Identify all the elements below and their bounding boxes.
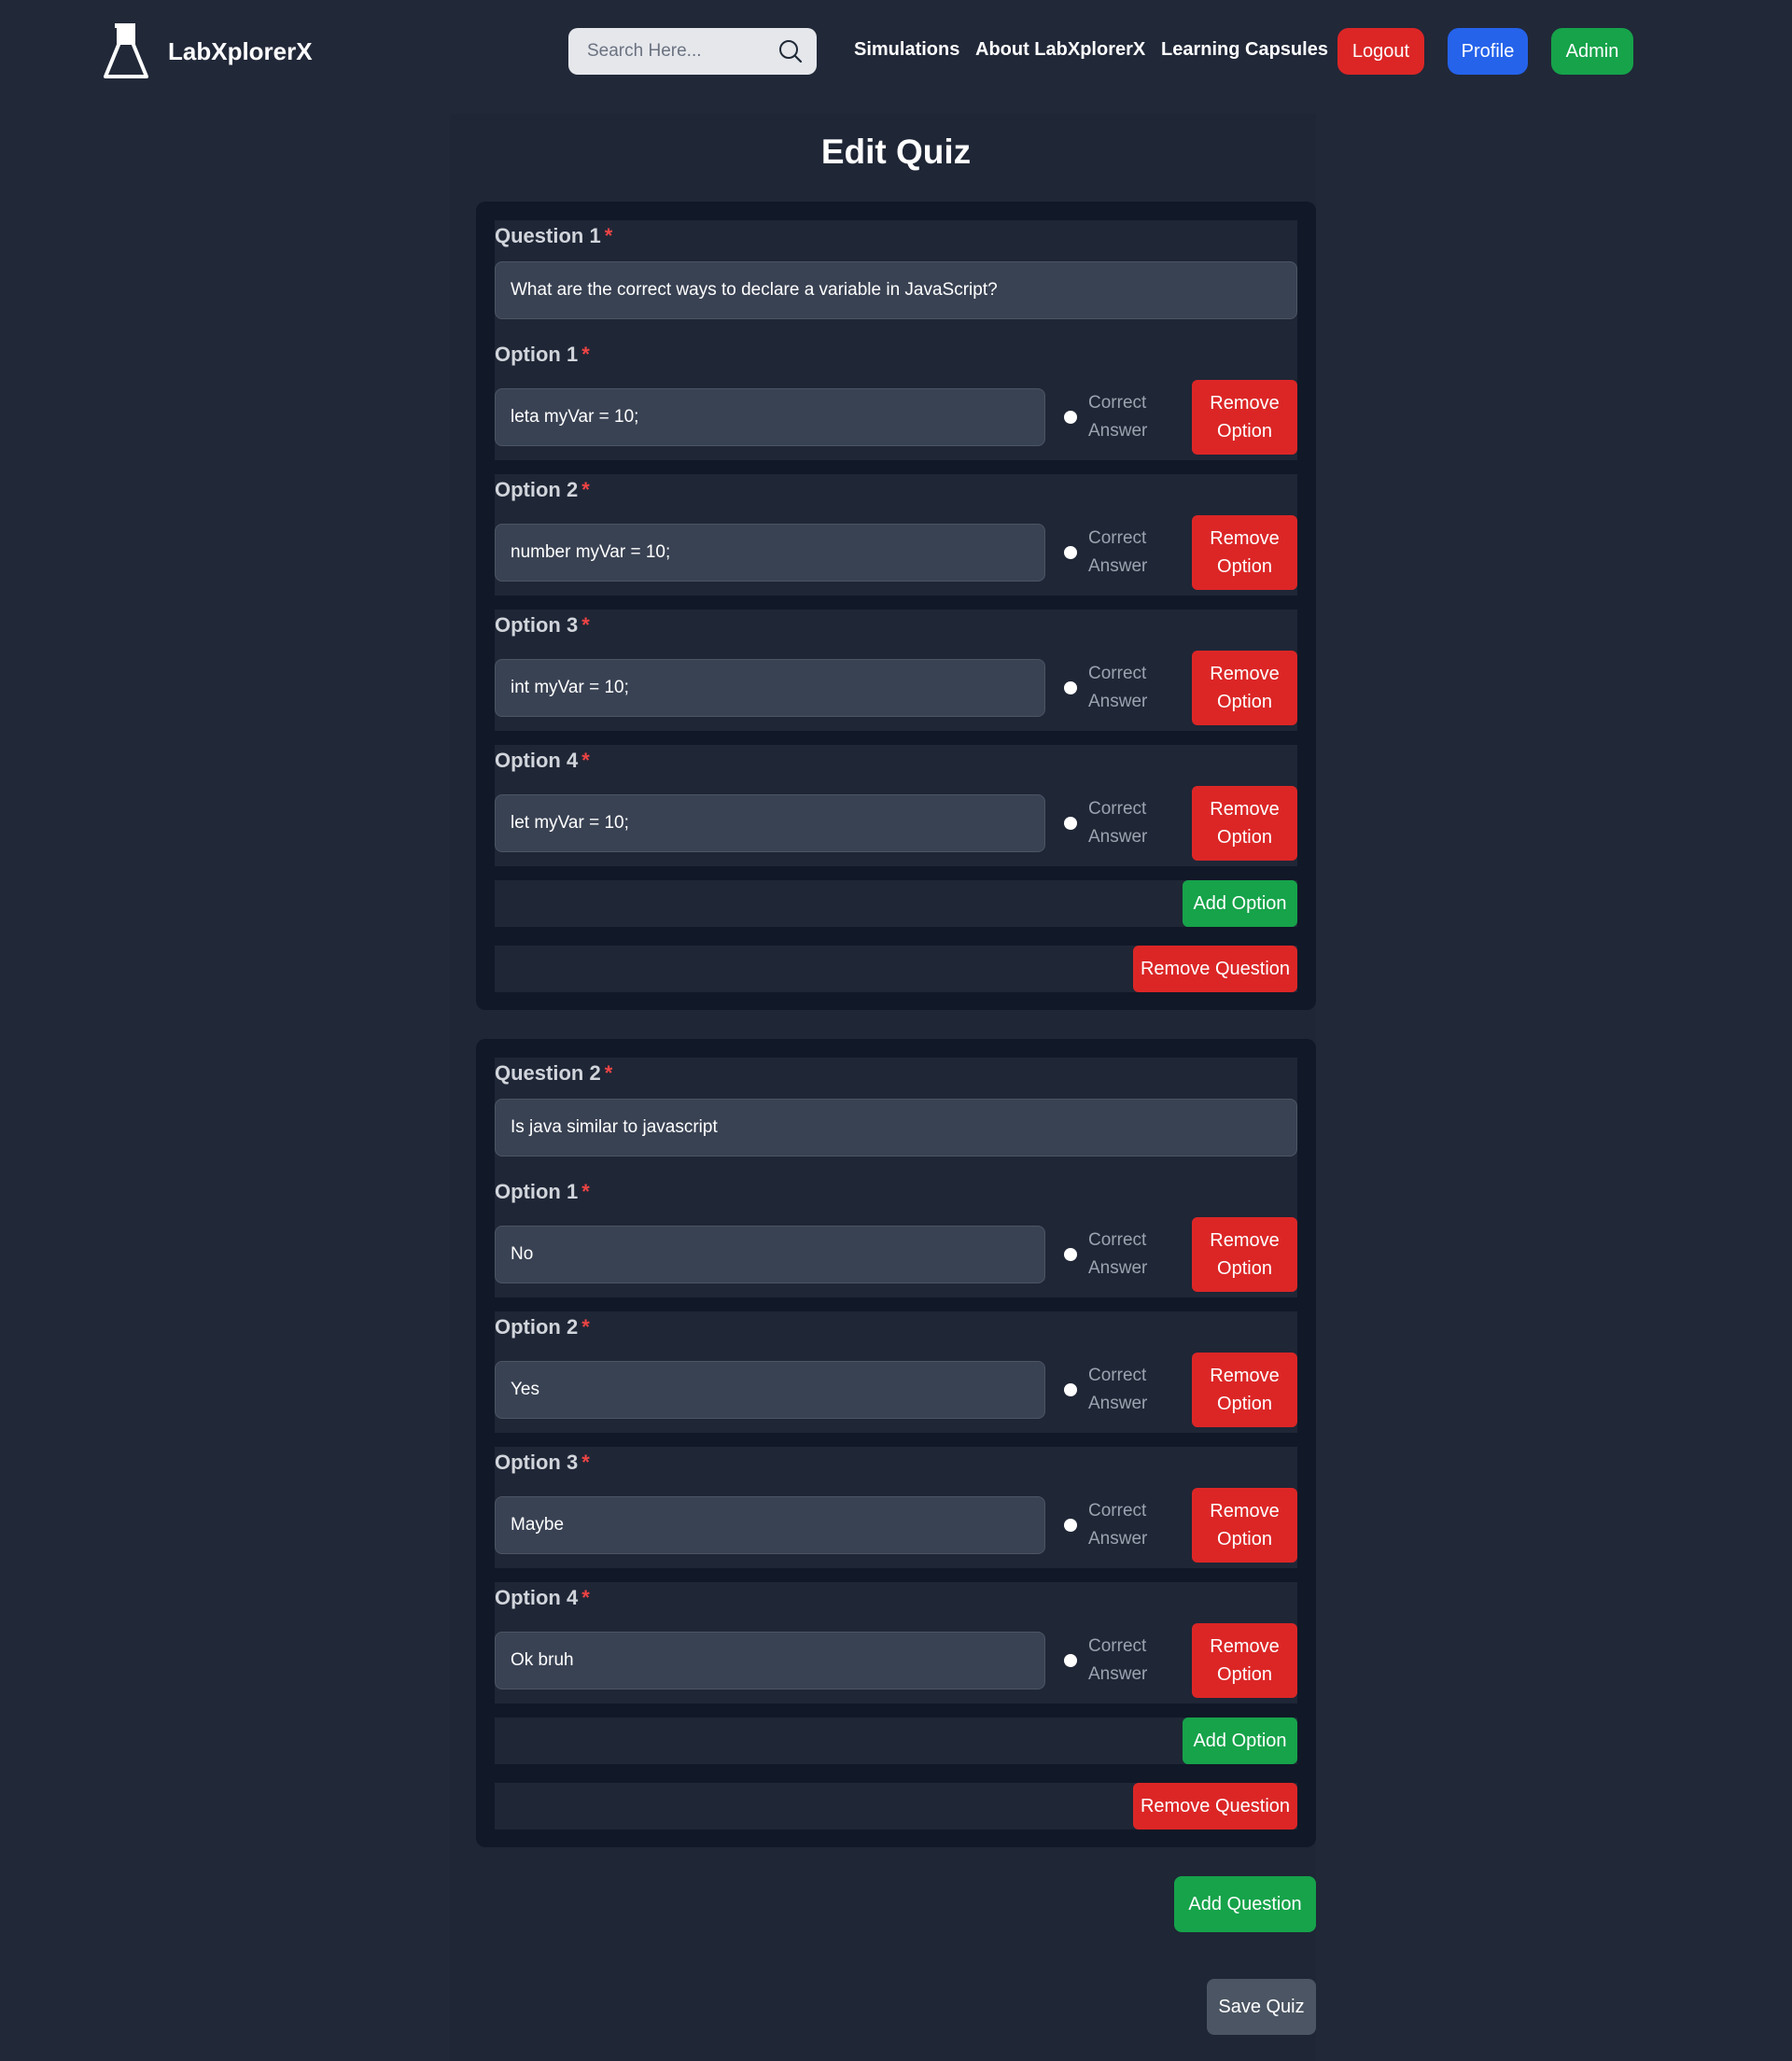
remove-question-button[interactable]: Remove Question (1133, 946, 1297, 992)
nav-link-simulations[interactable]: Simulations (854, 39, 959, 61)
option-input[interactable]: Yes (495, 1361, 1045, 1419)
option-input[interactable]: let myVar = 10; (495, 794, 1045, 852)
option-label: Option 4 * (495, 749, 590, 772)
question-card: Question 1 * What are the correct ways to… (476, 202, 1316, 1010)
correct-answer-radio[interactable] (1064, 1654, 1077, 1667)
navbar: LabXplorerX Simulations About LabXplorer… (0, 0, 1792, 105)
search-input[interactable] (568, 28, 764, 75)
remove-option-button[interactable]: Remove Option (1192, 651, 1297, 725)
add-option-button[interactable]: Add Option (1183, 880, 1297, 927)
add-question-button[interactable]: Add Question (1174, 1876, 1316, 1932)
option-input[interactable]: Maybe (495, 1496, 1045, 1554)
remove-option-button[interactable]: Remove Option (1192, 1353, 1297, 1427)
option-input[interactable]: leta myVar = 10; (495, 388, 1045, 446)
correct-answer-radio[interactable] (1064, 1519, 1077, 1532)
option-label: Option 2 * (495, 1315, 590, 1339)
remove-question-button[interactable]: Remove Question (1133, 1783, 1297, 1830)
admin-button[interactable]: Admin (1551, 28, 1633, 75)
question-label: Question 1 * (495, 224, 613, 247)
question-text-input[interactable]: Is java similar to javascript (495, 1099, 1297, 1157)
question-text-input[interactable]: What are the correct ways to declare a v… (495, 261, 1297, 319)
add-option-row (495, 880, 1297, 927)
option-label: Option 1 * (495, 343, 590, 366)
app-name: LabXplorerX (168, 36, 313, 65)
correct-answer-label: Correct Answer (1088, 1366, 1148, 1413)
option-input[interactable]: number myVar = 10; (495, 524, 1045, 582)
search-box (568, 28, 817, 75)
add-option-button[interactable]: Add Option (1183, 1718, 1297, 1764)
correct-answer-label: Correct Answer (1088, 1230, 1148, 1278)
remove-option-button[interactable]: Remove Option (1192, 515, 1297, 590)
correct-answer-label: Correct Answer (1088, 1636, 1148, 1684)
option-label: Option 3 * (495, 1451, 590, 1474)
remove-option-button[interactable]: Remove Option (1192, 1623, 1297, 1698)
logout-button[interactable]: Logout (1337, 28, 1424, 75)
option-input[interactable]: Ok bruh (495, 1632, 1045, 1689)
correct-answer-label: Correct Answer (1088, 393, 1148, 441)
correct-answer-label: Correct Answer (1088, 664, 1148, 711)
option-label: Option 1 * (495, 1180, 590, 1203)
correct-answer-label: Correct Answer (1088, 1501, 1148, 1549)
option-input[interactable]: No (495, 1226, 1045, 1283)
correct-answer-label: Correct Answer (1088, 528, 1148, 576)
search-icon[interactable] (777, 38, 804, 64)
page-title: Edit Quiz (820, 133, 972, 171)
flask-icon (104, 23, 148, 78)
option-label: Option 3 * (495, 613, 590, 637)
remove-option-button[interactable]: Remove Option (1192, 380, 1297, 455)
correct-answer-radio[interactable] (1064, 681, 1077, 694)
correct-answer-radio[interactable] (1064, 546, 1077, 559)
correct-answer-radio[interactable] (1064, 817, 1077, 830)
add-option-row (495, 1718, 1297, 1764)
brand[interactable]: LabXplorerX (103, 22, 313, 80)
nav-link-about[interactable]: About LabXplorerX (975, 39, 1145, 61)
option-label: Option 4 * (495, 1586, 590, 1609)
question-card: Question 2 * Is java similar to javascrip… (476, 1039, 1316, 1847)
correct-answer-radio[interactable] (1064, 411, 1077, 424)
correct-answer-radio[interactable] (1064, 1383, 1077, 1396)
remove-option-button[interactable]: Remove Option (1192, 786, 1297, 861)
nav-link-learning-capsules[interactable]: Learning Capsules (1161, 39, 1328, 61)
remove-option-button[interactable]: Remove Option (1192, 1217, 1297, 1292)
profile-button[interactable]: Profile (1448, 28, 1528, 75)
correct-answer-label: Correct Answer (1088, 799, 1148, 847)
option-input[interactable]: int myVar = 10; (495, 659, 1045, 717)
remove-option-button[interactable]: Remove Option (1192, 1488, 1297, 1563)
option-label: Option 2 * (495, 478, 590, 501)
correct-answer-radio[interactable] (1064, 1248, 1077, 1261)
question-label: Question 2 * (495, 1061, 613, 1085)
save-quiz-button[interactable]: Save Quiz (1207, 1979, 1316, 2035)
